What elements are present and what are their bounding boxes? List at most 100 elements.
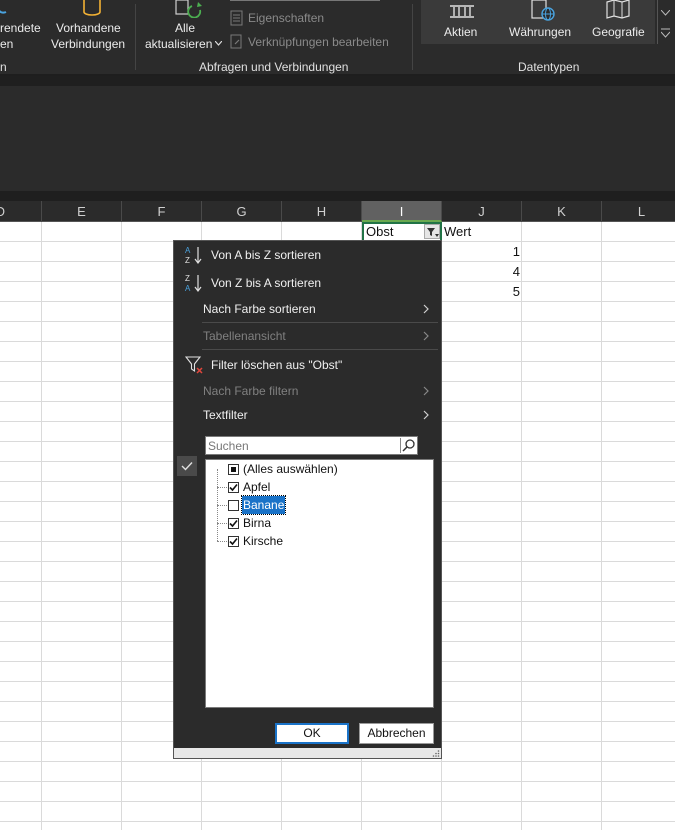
grid-line — [601, 222, 602, 830]
filter-values-list: (Alles auswählen) Apfel Banane Birna Kir… — [205, 459, 434, 708]
grid-line — [41, 222, 42, 830]
column-header-d[interactable]: D — [0, 201, 42, 222]
resize-bar — [174, 748, 441, 758]
datatype-stocks-button[interactable]: Aktien — [444, 24, 477, 40]
cancel-button[interactable]: Abbrechen — [359, 723, 434, 744]
gallery-scroll[interactable] — [657, 0, 673, 44]
svg-text:A: A — [185, 246, 191, 255]
filter-by-color-label: Nach Farbe filtern — [203, 384, 299, 398]
svg-text:Z: Z — [185, 256, 190, 265]
list-item-label: Apfel — [243, 480, 271, 494]
svg-text:Z: Z — [185, 274, 190, 283]
text-filter-item[interactable]: Textfilter — [174, 403, 441, 427]
sort-by-color-label: Nach Farbe sortieren — [203, 302, 316, 316]
edit-links-icon — [230, 34, 242, 49]
sort-a-to-z-label: Von A bis Z sortieren — [211, 248, 322, 262]
ribbon-separator — [135, 4, 136, 70]
cell-j2[interactable]: 1 — [442, 242, 520, 261]
sort-z-to-a-item[interactable]: Z A Von Z bis A sortieren — [174, 271, 441, 295]
column-header-i[interactable]: I — [362, 201, 442, 222]
datatype-currencies-button[interactable]: Währungen — [509, 24, 571, 40]
geography-icon — [606, 0, 630, 19]
refresh-all-icon — [175, 0, 202, 18]
sort-descending-icon: Z A — [185, 274, 202, 293]
datatype-geography-button[interactable]: Geografie — [592, 24, 645, 40]
grid-line — [521, 222, 522, 830]
checkbox-unchecked[interactable] — [228, 500, 239, 511]
column-header-e[interactable]: E — [42, 201, 122, 222]
formula-bar[interactable] — [0, 86, 675, 191]
expand-gallery-icon[interactable] — [661, 28, 670, 38]
list-item-label: Birna — [243, 516, 272, 530]
cell-j1[interactable]: Wert — [444, 222, 522, 241]
column-headers: D E F G H I J K L — [0, 201, 675, 222]
stocks-icon — [450, 5, 474, 18]
datatypes-gallery: Aktien Währungen Geografie — [421, 0, 655, 44]
tree-line — [217, 505, 227, 506]
list-item-label: Banane — [240, 495, 287, 515]
text-filter-label: Textfilter — [203, 408, 248, 422]
refresh-all-button-line2[interactable]: aktualisieren — [145, 36, 212, 52]
edit-links-button[interactable]: Verknüpfungen bearbeiten — [248, 34, 389, 50]
chevron-down-icon[interactable] — [661, 10, 670, 16]
ribbon-partial-button-label[interactable]: rendete — [0, 20, 41, 36]
tree-line — [217, 541, 227, 542]
checkbox-checked[interactable] — [228, 518, 239, 529]
column-header-j[interactable]: J — [442, 201, 522, 222]
column-header-h[interactable]: H — [282, 201, 362, 222]
existing-connections-icon — [83, 0, 101, 16]
excel-window: rendete en Vorhandene Verbindungen Alle … — [0, 0, 675, 830]
filter-dropdown-button[interactable] — [424, 224, 440, 239]
currencies-icon — [531, 0, 555, 21]
sort-z-to-a-label: Von Z bis A sortieren — [211, 276, 322, 290]
search-icon[interactable] — [400, 438, 416, 453]
sort-a-to-z-item[interactable]: A Z Von A bis Z sortieren — [174, 243, 441, 267]
checkbox-checked[interactable] — [228, 482, 239, 493]
ribbon: rendete en Vorhandene Verbindungen Alle … — [0, 0, 675, 76]
clear-filter-item[interactable]: Filter löschen aus "Obst" — [174, 353, 441, 377]
table-view-item: Tabellenansicht — [174, 324, 441, 348]
existing-connections-button[interactable]: Vorhandene — [56, 20, 121, 36]
ribbon-group-label-partial: n — [0, 60, 7, 74]
ribbon-separator-2 — [412, 4, 413, 70]
grid-line — [121, 222, 122, 830]
chevron-right-icon — [423, 304, 429, 314]
filter-by-color-item: Nach Farbe filtern — [174, 379, 441, 403]
list-item-label: Kirsche — [243, 534, 284, 548]
list-item-label: (Alles auswählen) — [243, 462, 338, 476]
menu-separator — [202, 349, 438, 350]
column-header-l[interactable]: L — [602, 201, 675, 222]
ribbon-partial-item — [230, 0, 380, 3]
ribbon-partial-button-label-2[interactable]: en — [0, 36, 13, 52]
column-header-g[interactable]: G — [202, 201, 282, 222]
autofilter-menu: A Z Von A bis Z sortieren Z A Von Z bis … — [173, 240, 442, 759]
clear-filter-label: Filter löschen aus "Obst" — [211, 358, 343, 372]
resize-grip-icon[interactable] — [432, 749, 440, 757]
checkmark-icon — [177, 456, 197, 476]
cell-j4[interactable]: 5 — [442, 282, 520, 301]
formula-bar-area — [0, 76, 675, 201]
checkbox-partial[interactable] — [228, 464, 239, 475]
search-box — [205, 436, 418, 455]
checkbox-checked[interactable] — [228, 536, 239, 547]
column-header-f[interactable]: F — [122, 201, 202, 222]
filter-icon — [427, 228, 439, 237]
search-input[interactable] — [206, 437, 399, 454]
column-header-k[interactable]: K — [522, 201, 602, 222]
sort-ascending-icon: A Z — [185, 246, 202, 265]
ok-button[interactable]: OK — [275, 723, 349, 744]
existing-connections-button-line2[interactable]: Verbindungen — [51, 36, 125, 52]
table-view-label: Tabellenansicht — [203, 329, 286, 343]
properties-button[interactable]: Eigenschaften — [248, 10, 324, 26]
chevron-right-icon — [423, 331, 429, 341]
connections-icon — [0, 10, 7, 14]
svg-text:A: A — [185, 284, 191, 293]
menu-separator — [202, 322, 438, 323]
chevron-right-icon — [423, 386, 429, 396]
tree-line — [217, 523, 227, 524]
cell-j3[interactable]: 4 — [442, 262, 520, 281]
refresh-all-button[interactable]: Alle — [175, 20, 195, 36]
tree-line — [217, 487, 227, 488]
sort-by-color-item[interactable]: Nach Farbe sortieren — [174, 297, 441, 321]
chevron-down-icon[interactable] — [215, 41, 222, 46]
